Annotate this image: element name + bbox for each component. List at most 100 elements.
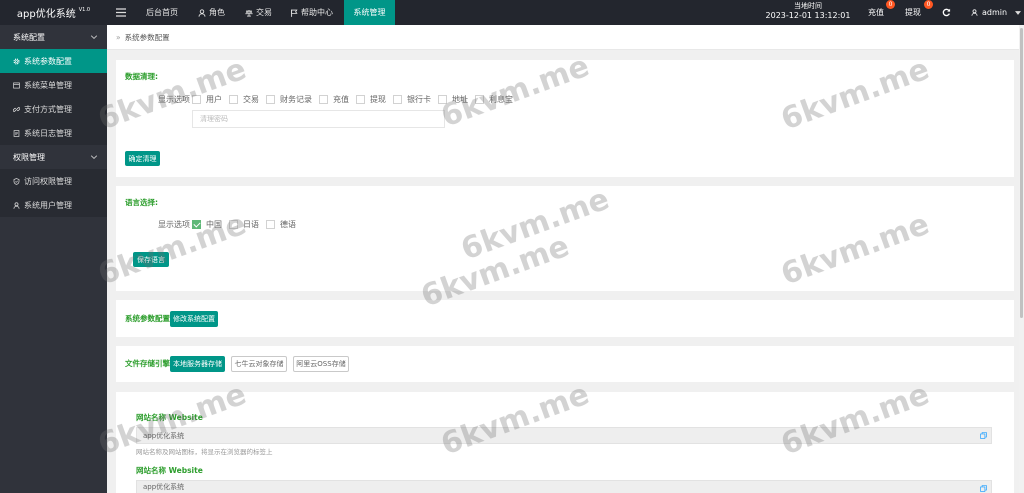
breadcrumb-separator: » (116, 32, 121, 42)
checkbox-language-chinese[interactable]: 中国 (192, 219, 222, 230)
local-time: 当地时间 2023-12-01 13:12:01 (765, 1, 851, 21)
sidebar-item-system-params[interactable]: 系统参数配置 (0, 49, 107, 73)
checkbox-box (266, 94, 275, 104)
menu-icon[interactable] (116, 8, 126, 17)
checkbox-finance-records[interactable]: 财务记录 (266, 94, 312, 105)
document-icon (13, 129, 20, 137)
storage-local-button[interactable]: 本地服务器存储 (170, 356, 225, 372)
refresh-icon[interactable] (942, 8, 951, 17)
checkbox-language-japanese[interactable]: 日语 (229, 219, 259, 230)
checkbox-withdraw[interactable]: 提现 (356, 94, 386, 105)
sidebar-group-system-config[interactable]: 系统配置 (0, 25, 107, 49)
local-time-label: 当地时间 (794, 2, 822, 10)
chevron-down-icon (90, 153, 98, 161)
scale-icon (245, 9, 253, 17)
chevron-down-icon (90, 33, 98, 41)
cleanup-password-input[interactable]: 清理密码 (192, 110, 445, 128)
sidebar-group-permissions[interactable]: 权限管理 (0, 145, 107, 169)
storage-engine-title: 文件存储引擎: (125, 359, 173, 368)
user-menu[interactable]: admin (971, 0, 1022, 25)
recharge-badge: 0 (886, 0, 895, 9)
recharge-button[interactable]: 充值 0 (868, 0, 898, 25)
page-scrollbar[interactable] (1019, 25, 1024, 493)
checkbox-users[interactable]: 用户 (192, 94, 222, 105)
options-label: 显示选项 (158, 219, 190, 229)
local-time-value: 2023-12-01 13:12:01 (765, 11, 851, 20)
copy-icon[interactable] (980, 432, 987, 439)
checkbox-box (266, 219, 275, 229)
checkbox-box (356, 94, 365, 104)
data-cleanup-card: 数据清理: 显示选项 用户 交易 财务记录 充值 提现 银行卡 地址 利息宝 清… (116, 60, 1014, 177)
checkbox-label: 用户 (206, 94, 222, 104)
sidebar-item-system-logs[interactable]: 系统日志管理 (0, 121, 107, 145)
system-config-card: 系统参数配置: 修改系统配置 (116, 300, 1014, 337)
shield-icon (13, 177, 20, 185)
sidebar-item-system-users[interactable]: 系统用户管理 (0, 193, 107, 217)
sidebar-item-access-permissions[interactable]: 访问权限管理 (0, 169, 107, 193)
withdraw-button[interactable]: 提现 0 (905, 0, 935, 25)
checkbox-box (393, 94, 402, 104)
scrollbar-thumb[interactable] (1020, 28, 1023, 318)
checkbox-interest[interactable]: 利息宝 (475, 94, 513, 105)
site-name-input[interactable]: app优化系统 (136, 480, 992, 493)
checkbox-trades[interactable]: 交易 (229, 94, 259, 105)
breadcrumb-current[interactable]: 系统参数配置 (125, 32, 170, 43)
nav-label: 角色 (209, 8, 225, 17)
app-logo[interactable]: app优化系统 V1.0 (0, 0, 107, 25)
sidebar-item-label: 支付方式管理 (24, 104, 72, 114)
top-header: app优化系统 V1.0 后台首页 角色 交易 帮助中心 系统管理 当地时间 20… (0, 0, 1024, 25)
storage-engine-card: 文件存储引擎: 本地服务器存储 七牛云对象存储 阿里云OSS存储 (116, 346, 1014, 382)
checkbox-box (229, 219, 238, 229)
input-value: app优化系统 (143, 483, 185, 491)
checkbox-label: 银行卡 (407, 94, 431, 104)
user-icon (13, 201, 20, 209)
edit-system-config-button[interactable]: 修改系统配置 (170, 311, 218, 327)
checkbox-label: 财务记录 (280, 94, 312, 104)
sidebar-item-payment-methods[interactable]: 支付方式管理 (0, 97, 107, 121)
site-name-label: 网站名称 Website (136, 466, 203, 475)
options-label: 显示选项 (158, 94, 190, 104)
cleanup-options: 显示选项 用户 交易 财务记录 充值 提现 银行卡 地址 利息宝 (158, 93, 520, 105)
nav-dashboard[interactable]: 后台首页 (146, 0, 178, 25)
checkbox-label: 中国 (206, 219, 222, 229)
checkbox-language-german[interactable]: 德语 (266, 219, 296, 230)
checkbox-label: 利息宝 (489, 94, 513, 104)
sidebar-item-label: 系统菜单管理 (24, 80, 72, 90)
input-placeholder: 清理密码 (200, 115, 228, 123)
main-content: » 系统参数配置 数据清理: 显示选项 用户 交易 财务记录 充值 提现 银行卡… (107, 25, 1024, 493)
checkbox-label: 日语 (243, 219, 259, 229)
confirm-cleanup-button[interactable]: 确定清理 (125, 151, 160, 166)
nav-help-center[interactable]: 帮助中心 (290, 0, 333, 25)
checkbox-box (192, 94, 201, 104)
data-cleanup-title: 数据清理: (125, 72, 158, 81)
checkbox-recharge[interactable]: 充值 (319, 94, 349, 105)
site-name-input[interactable]: app优化系统 (136, 427, 992, 444)
checkbox-label: 提现 (370, 94, 386, 104)
language-options: 显示选项 中国 日语 德语 (158, 218, 303, 230)
sidebar-group-title: 权限管理 (13, 152, 45, 162)
checkbox-bank-card[interactable]: 银行卡 (393, 94, 431, 105)
sidebar-item-menu-management[interactable]: 系统菜单管理 (0, 73, 107, 97)
checkbox-box (438, 94, 447, 104)
breadcrumb: » 系统参数配置 (107, 25, 1024, 50)
save-language-button[interactable]: 保存语言 (133, 252, 169, 267)
storage-qiniu-button[interactable]: 七牛云对象存储 (231, 356, 287, 372)
nav-roles[interactable]: 角色 (198, 0, 225, 25)
flag-icon (290, 9, 298, 17)
sidebar-item-label: 系统用户管理 (24, 200, 72, 210)
nav-label: 系统管理 (353, 8, 386, 17)
checkbox-box (319, 94, 328, 104)
system-config-title: 系统参数配置: (125, 314, 173, 323)
sidebar-item-label: 系统日志管理 (24, 128, 72, 138)
sidebar-group-title: 系统配置 (13, 32, 45, 42)
checkbox-address[interactable]: 地址 (438, 94, 468, 105)
language-card: 语言选择: 显示选项 中国 日语 德语 保存语言 (116, 186, 1014, 291)
nav-label: 交易 (256, 8, 272, 17)
checkbox-label: 地址 (452, 94, 468, 104)
copy-icon[interactable] (980, 485, 987, 492)
nav-trades[interactable]: 交易 (245, 0, 272, 25)
storage-aliyun-oss-button[interactable]: 阿里云OSS存储 (293, 356, 349, 372)
nav-system-management[interactable]: 系统管理 (344, 0, 395, 25)
site-settings-card: 网站名称 Website app优化系统 网站名称及网站图标，将显示在浏览器的标… (116, 392, 1014, 493)
window-icon (13, 82, 20, 89)
